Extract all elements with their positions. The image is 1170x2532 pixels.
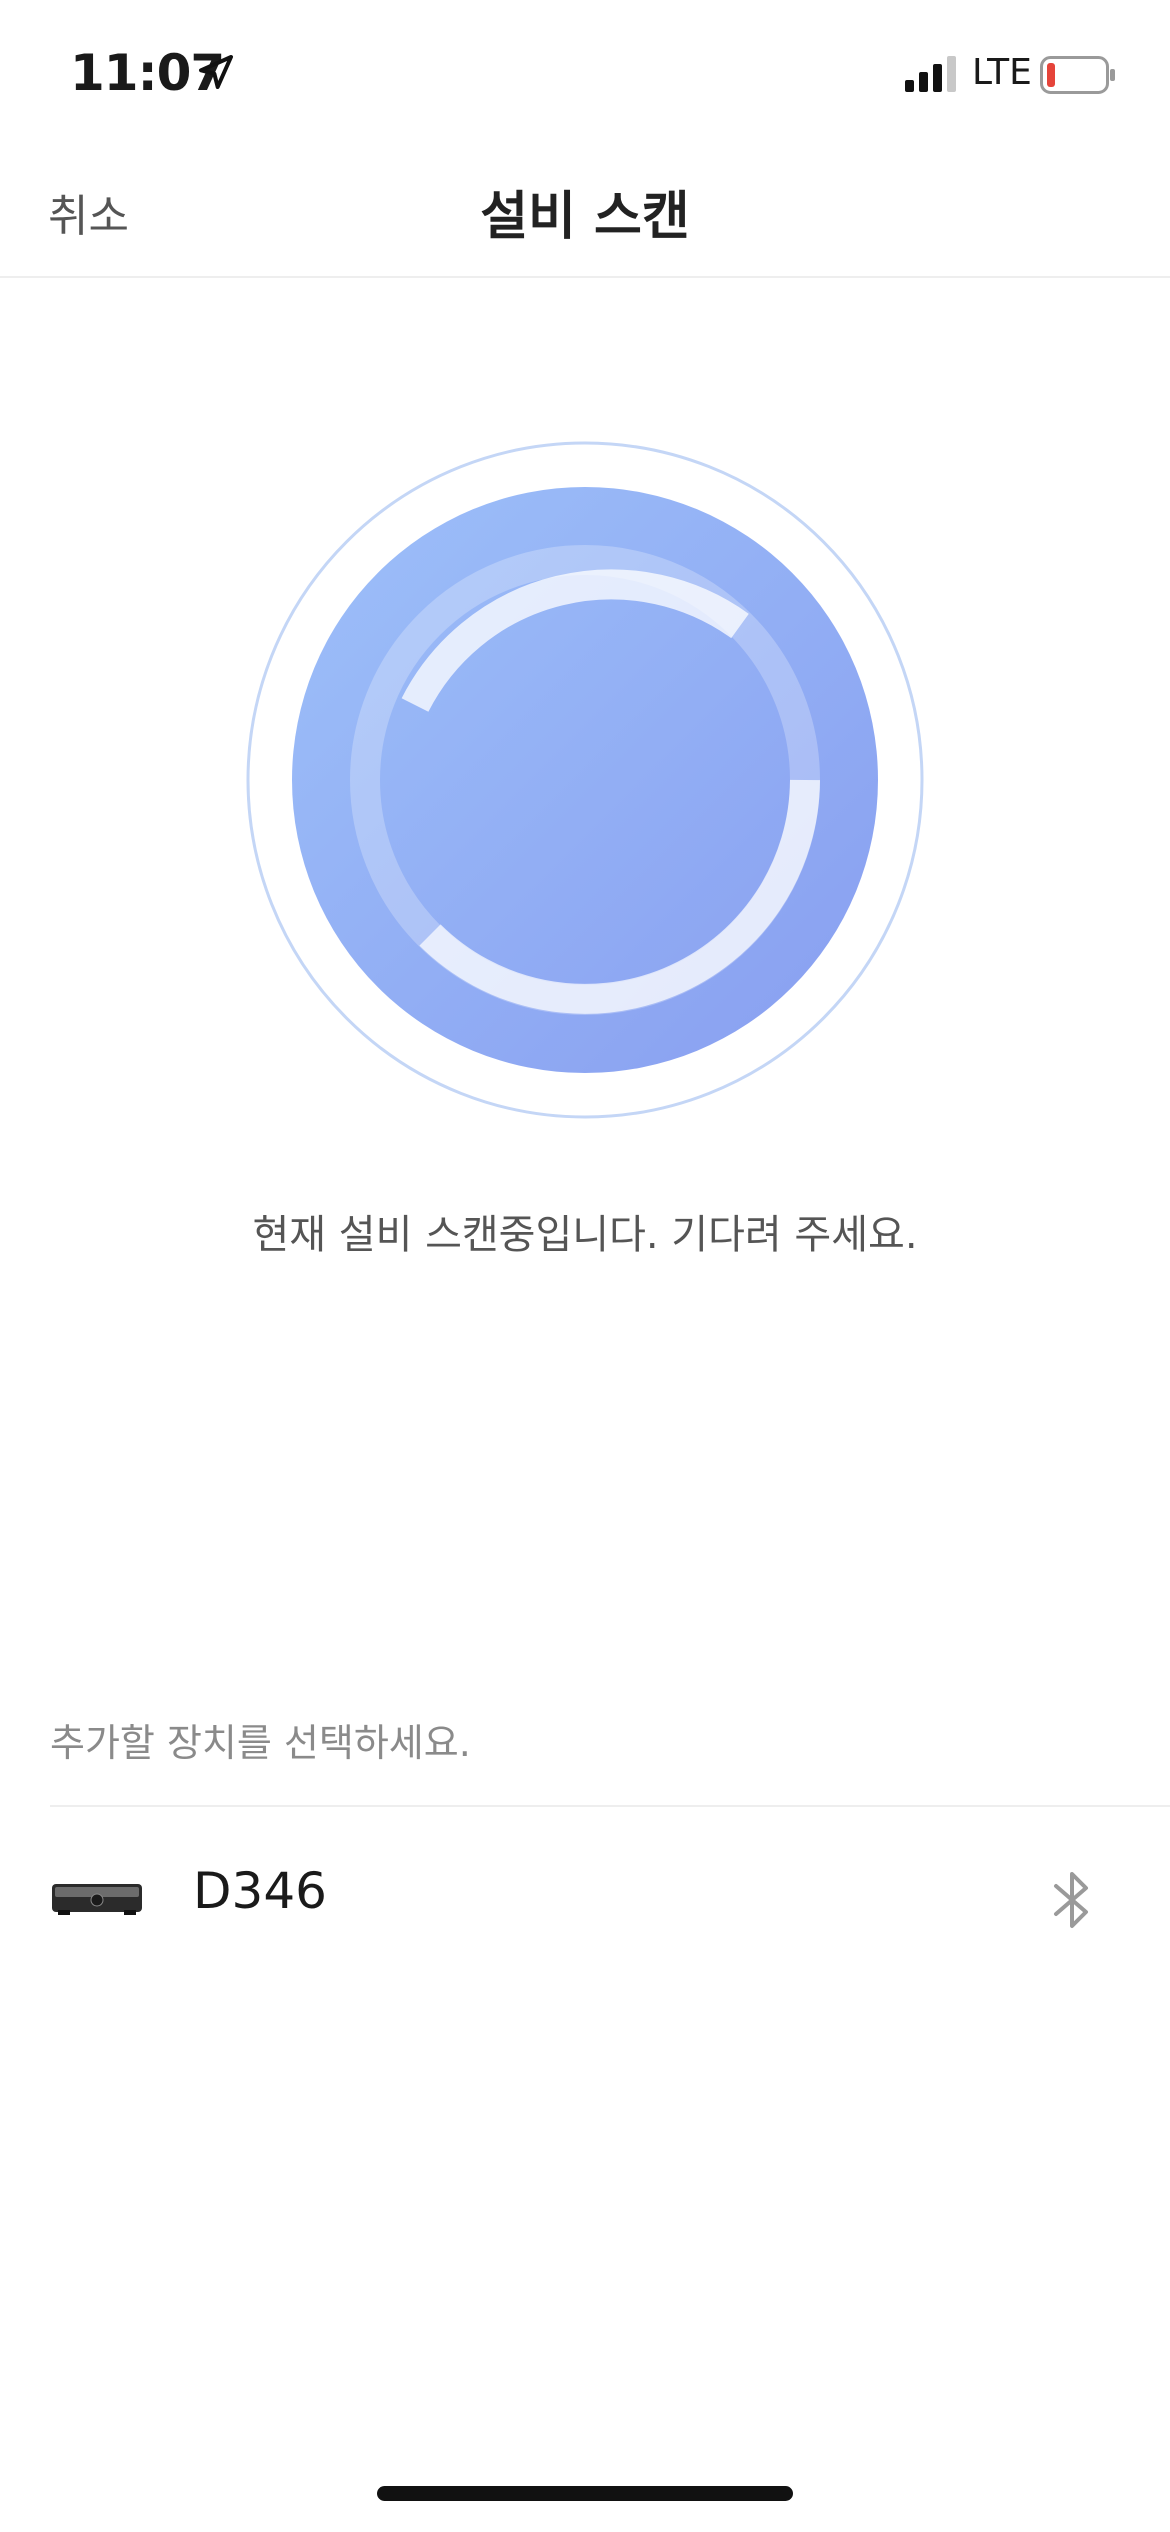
device-list-item[interactable]: D346 xyxy=(0,1810,1170,1990)
device-select-prompt: 추가할 장치를 선택하세요. xyxy=(50,1721,471,1765)
home-indicator[interactable] xyxy=(377,2486,793,2501)
bluetooth-icon xyxy=(1054,1872,1088,1928)
location-arrow-icon xyxy=(199,55,233,89)
nav-bar: 취소 설비 스캔 xyxy=(0,150,1170,278)
network-label: LTE xyxy=(972,52,1032,93)
device-thumbnail-icon xyxy=(52,1884,142,1915)
scan-status-text: 현재 설비 스캔중입니다. 기다려 주세요. xyxy=(252,1212,918,1258)
battery-low-icon xyxy=(1040,56,1115,94)
cellular-signal-icon xyxy=(905,56,956,92)
device-name: D346 xyxy=(193,1862,327,1920)
status-bar: 11:07 LTE xyxy=(0,0,1170,150)
list-divider xyxy=(50,1805,1170,1807)
page-title: 설비 스캔 xyxy=(480,187,690,247)
scan-radar-graphic xyxy=(246,441,924,1119)
